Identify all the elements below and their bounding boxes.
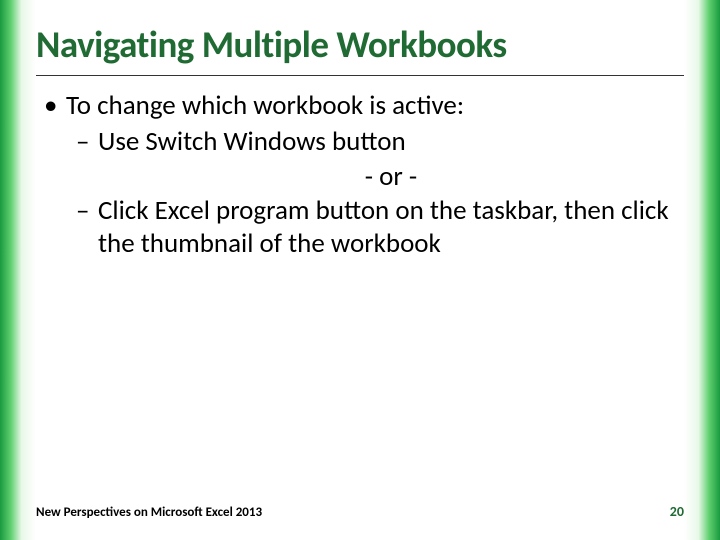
footer-text: New Perspectives on Microsoft Excel 2013 [36, 505, 262, 520]
bullet-level2-a: Use Switch Windows button [36, 126, 684, 158]
slide-title: Navigating Multiple Workbooks [36, 22, 684, 73]
bullet-level1: To change which workbook is active: [36, 90, 684, 122]
slide: Navigating Multiple Workbooks To change … [0, 0, 720, 540]
page-number: 20 [670, 503, 684, 520]
slide-body: To change which workbook is active: Use … [36, 76, 684, 260]
slide-footer: New Perspectives on Microsoft Excel 2013… [36, 505, 684, 520]
or-separator: - or - [36, 161, 684, 193]
bullet-level2-b: Click Excel program button on the taskba… [36, 195, 684, 260]
